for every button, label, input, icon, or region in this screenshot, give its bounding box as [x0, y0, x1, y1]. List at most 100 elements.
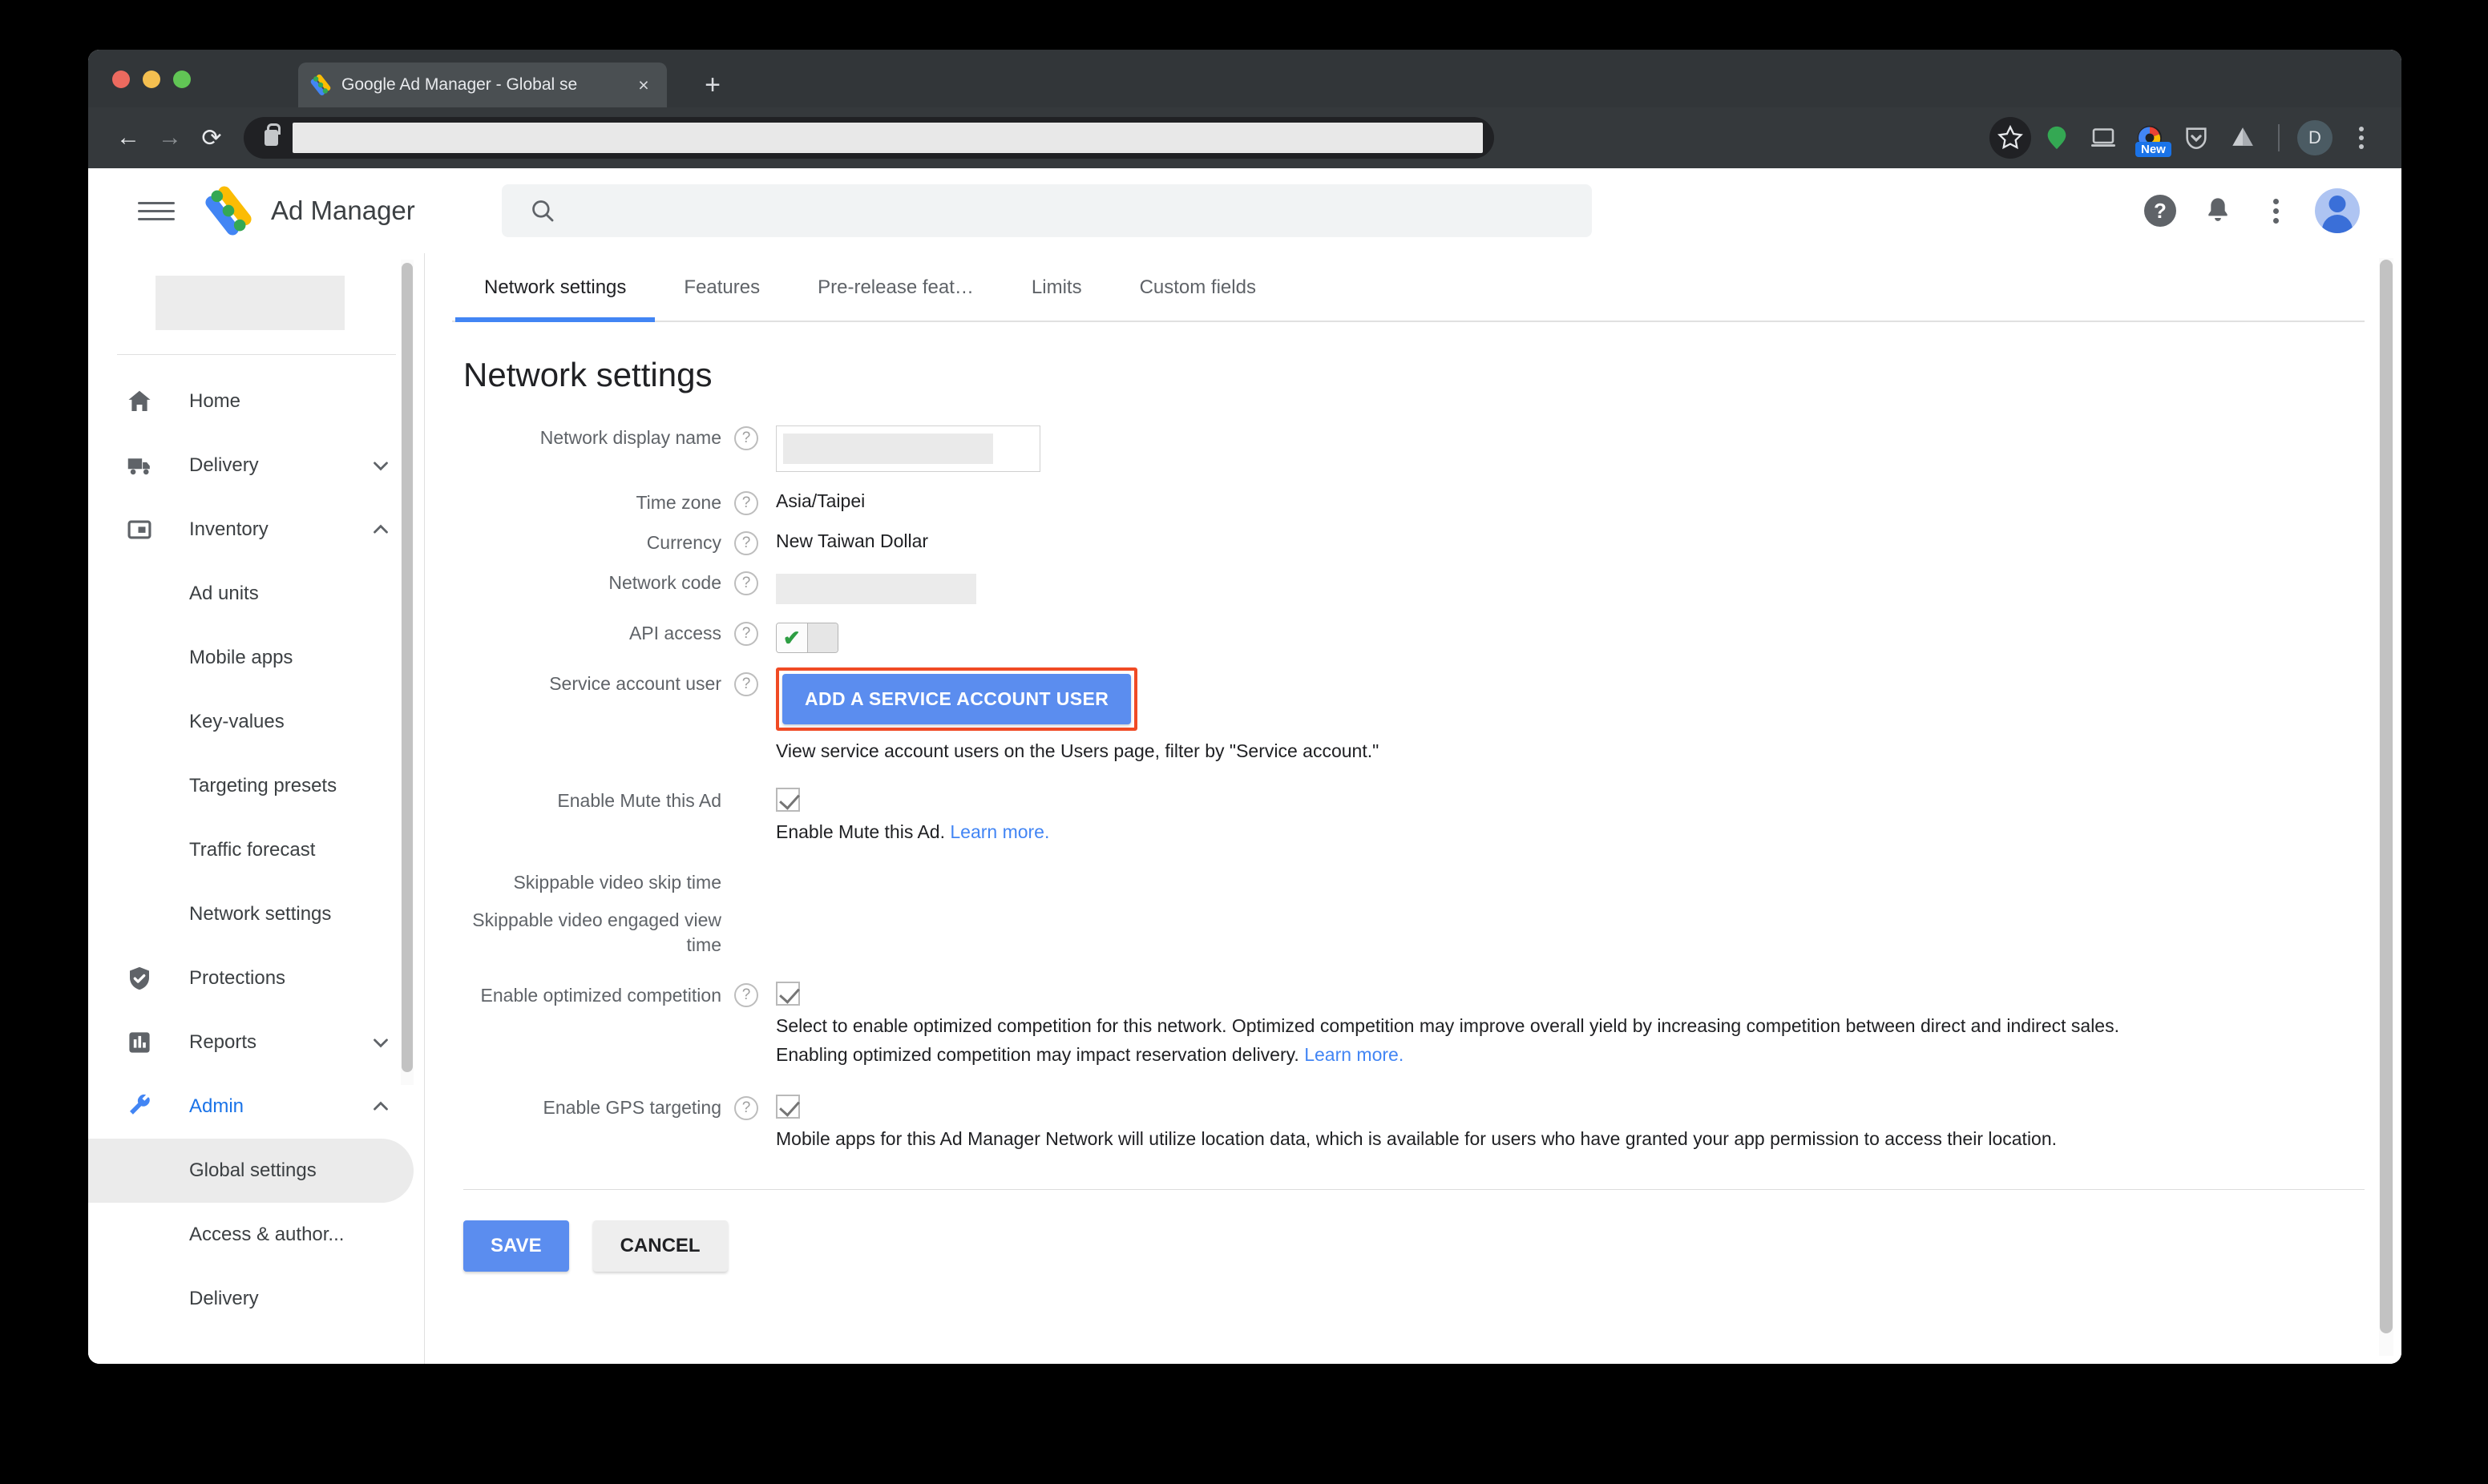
profile-initial: D — [2297, 120, 2332, 155]
maximize-window-button[interactable] — [173, 71, 191, 88]
sidebar-nav: Home Delivery — [88, 369, 425, 1331]
green-balloon-icon[interactable] — [2036, 117, 2078, 159]
browser-tab[interactable]: Google Ad Manager - Global se × — [298, 63, 667, 107]
field-label: Currency — [463, 526, 721, 555]
pocket-shield-icon[interactable] — [2175, 117, 2217, 159]
sidebar-item-delivery[interactable]: Delivery — [88, 434, 414, 498]
learn-more-link[interactable]: Learn more. — [950, 821, 1049, 842]
tab-features[interactable]: Features — [655, 253, 789, 322]
sidebar-item-label: Network settings — [189, 903, 331, 925]
tab-limits[interactable]: Limits — [1003, 253, 1111, 322]
cancel-button[interactable]: CANCEL — [593, 1220, 728, 1272]
sidebar-item-global-settings[interactable]: Global settings — [88, 1139, 414, 1203]
search-input[interactable] — [571, 200, 1592, 222]
back-button[interactable]: ← — [107, 117, 149, 159]
chevron-down-icon[interactable] — [369, 1030, 393, 1055]
sidebar-item-targeting-presets[interactable]: Targeting presets — [88, 754, 414, 818]
field-network-display-name: Network display name ? — [463, 421, 2401, 472]
chevron-up-icon[interactable] — [369, 1095, 393, 1119]
cast-laptop-icon[interactable] — [2082, 117, 2124, 159]
avatar[interactable] — [2315, 188, 2360, 233]
url-input[interactable] — [293, 123, 1483, 153]
sidebar-item-reports[interactable]: Reports — [88, 1010, 414, 1075]
sidebar-item-label: Delivery — [189, 454, 259, 477]
help-tooltip-icon[interactable]: ? — [734, 622, 758, 646]
sidebar-item-ad-units[interactable]: Ad units — [88, 562, 414, 626]
sidebar-item-admin[interactable]: Admin — [88, 1075, 414, 1139]
browser-tab-title: Google Ad Manager - Global se — [341, 75, 632, 95]
sidebar-item-label: Global settings — [189, 1159, 317, 1182]
helper-text: Enable Mute this Ad. — [776, 821, 945, 842]
browser-window: Google Ad Manager - Global se × + ← → ⟳ — [88, 50, 2401, 1364]
time-zone-value: Asia/Taipei — [776, 486, 2401, 515]
learn-more-link[interactable]: Learn more. — [1304, 1044, 1404, 1065]
page-scrollbar[interactable] — [2379, 258, 2393, 1356]
app-header: Ad Manager ? — [88, 168, 2401, 253]
network-display-name-input[interactable] — [776, 425, 1040, 472]
browser-toolbar: ← → ⟳ — [88, 107, 2401, 168]
field-label: Time zone — [463, 486, 721, 515]
tab-custom-fields[interactable]: Custom fields — [1111, 253, 1285, 322]
help-tooltip-icon[interactable]: ? — [734, 491, 758, 515]
sidebar-item-traffic-forecast[interactable]: Traffic forecast — [88, 818, 414, 882]
enable-gps-targeting-checkbox[interactable] — [776, 1095, 800, 1119]
address-bar[interactable] — [244, 117, 1494, 159]
forward-button[interactable]: → — [149, 117, 191, 159]
sidebar-item-label: Admin — [189, 1095, 244, 1118]
wrench-icon — [120, 1092, 159, 1121]
enable-mute-this-ad-checkbox[interactable] — [776, 788, 800, 812]
api-access-toggle[interactable]: ✔ — [776, 623, 838, 653]
more-options-icon[interactable] — [2257, 192, 2294, 229]
sidebar-item-protections[interactable]: Protections — [88, 946, 414, 1010]
help-tooltip-icon[interactable]: ? — [734, 672, 758, 696]
help-tooltip-icon[interactable]: ? — [734, 1096, 758, 1120]
header-actions: ? — [2142, 188, 2373, 233]
field-skippable-video-engaged-view-time: Skippable video engaged view time ? — [463, 903, 2401, 958]
sidebar-item-network-settings[interactable]: Network settings — [88, 882, 414, 946]
sidebar-item-access-authorization[interactable]: Access & author... — [88, 1203, 414, 1267]
help-tooltip-icon[interactable]: ? — [734, 571, 758, 595]
help-tooltip-icon[interactable]: ? — [734, 426, 758, 450]
sidebar-item-home[interactable]: Home — [88, 369, 414, 434]
save-button[interactable]: SAVE — [463, 1220, 569, 1272]
field-label: Enable optimized competition — [463, 978, 721, 1069]
notifications-bell-icon[interactable] — [2199, 192, 2236, 229]
drive-triangle-icon[interactable] — [2222, 117, 2264, 159]
home-icon — [120, 387, 159, 416]
close-tab-button[interactable]: × — [632, 73, 656, 97]
shield-check-icon — [120, 964, 159, 993]
help-tooltip-icon[interactable]: ? — [734, 531, 758, 555]
chrome-menu-icon[interactable] — [2341, 117, 2382, 159]
field-label: Network code — [463, 567, 721, 604]
sidebar-item-key-values[interactable]: Key-values — [88, 690, 414, 754]
reload-button[interactable]: ⟳ — [191, 117, 232, 159]
new-tab-button[interactable]: + — [699, 72, 726, 99]
sidebar-item-label: Inventory — [189, 518, 269, 541]
tab-network-settings[interactable]: Network settings — [455, 253, 655, 322]
chevron-down-icon[interactable] — [369, 454, 393, 478]
service-account-helper-text: View service account users on the Users … — [776, 737, 2401, 765]
sidebar-scrollbar[interactable] — [401, 260, 414, 1085]
sidebar-item-inventory[interactable]: Inventory — [88, 498, 414, 562]
window-controls — [112, 71, 191, 88]
bookmark-star-icon[interactable] — [1989, 117, 2031, 159]
tab-pre-release-features[interactable]: Pre-release feat… — [789, 253, 1003, 322]
sidebar-item-mobile-apps[interactable]: Mobile apps — [88, 626, 414, 690]
form-actions: SAVE CANCEL — [452, 1190, 2401, 1272]
sidebar-item-admin-delivery[interactable]: Delivery — [88, 1267, 414, 1331]
chevron-up-icon[interactable] — [369, 518, 393, 542]
network-code-redacted — [776, 574, 976, 604]
hamburger-menu-icon[interactable] — [138, 192, 175, 229]
profile-avatar-button[interactable]: D — [2294, 117, 2336, 159]
sidebar-item-label: Reports — [189, 1031, 256, 1054]
color-wheel-icon[interactable]: New — [2129, 117, 2171, 159]
enable-optimized-competition-checkbox[interactable] — [776, 982, 800, 1006]
close-window-button[interactable] — [112, 71, 130, 88]
global-search-bar[interactable] — [502, 184, 1592, 237]
help-tooltip-icon[interactable]: ? — [734, 983, 758, 1007]
field-label: Enable Mute this Ad — [463, 784, 721, 846]
sidebar-item-label: Delivery — [189, 1288, 259, 1310]
add-service-account-user-button[interactable]: ADD A SERVICE ACCOUNT USER — [782, 674, 1131, 724]
help-icon[interactable]: ? — [2142, 192, 2179, 229]
minimize-window-button[interactable] — [143, 71, 160, 88]
